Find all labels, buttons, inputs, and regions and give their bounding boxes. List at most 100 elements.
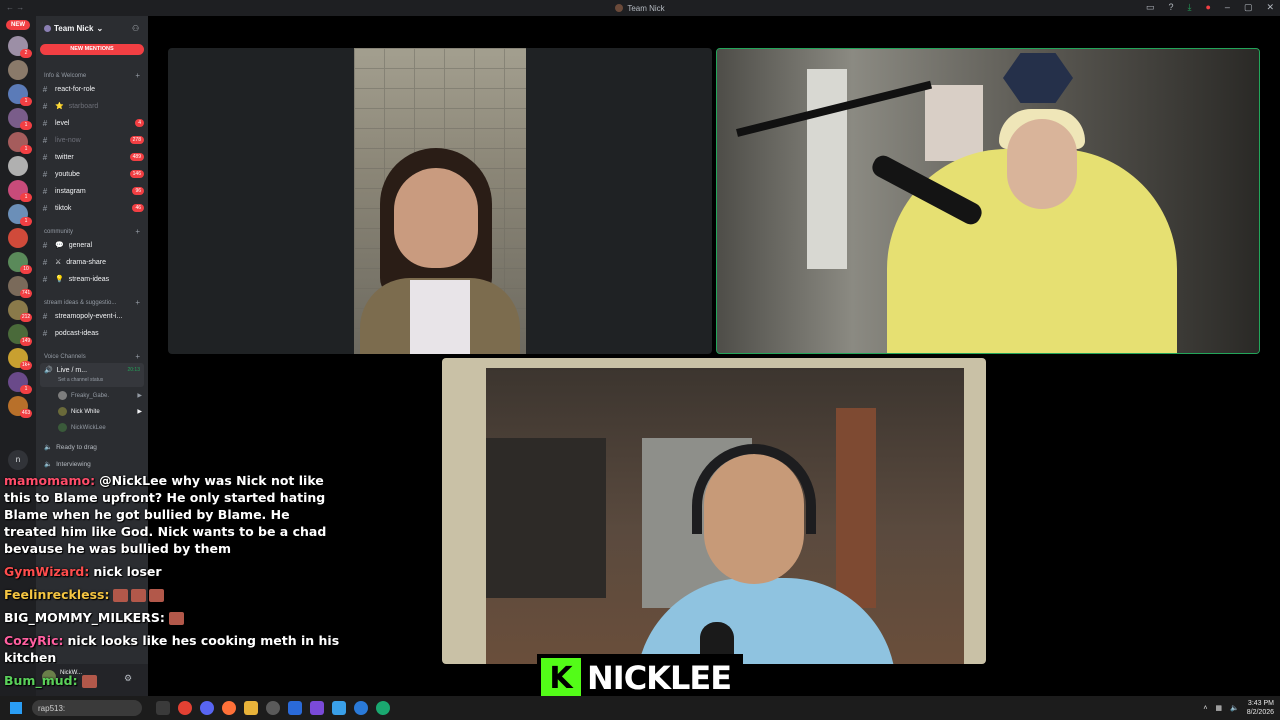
taskbar: rap513: ˄ ▦ 🔈 3:43 PM 8/2/2026 (0, 696, 1280, 720)
unread-count-badge: 96 (132, 187, 144, 195)
channel-stream-ideas[interactable]: # 💡 stream-ideas (40, 272, 144, 286)
maximize-button[interactable]: ▢ (1244, 2, 1253, 13)
chat-username: Bum_mud: (4, 673, 78, 688)
app-icon[interactable] (310, 701, 324, 715)
category-label: Voice Channels (44, 353, 86, 360)
channel-general[interactable]: # 💬 general (40, 238, 144, 252)
server-icon[interactable] (8, 156, 28, 176)
category-voice[interactable]: Voice Channels + (44, 352, 140, 361)
channel-live-now[interactable]: # live-now 278 (40, 133, 144, 147)
chat-username: CozyRic: (4, 633, 64, 648)
chat-text: nick loser (93, 564, 162, 579)
server-name: Team Nick (54, 24, 94, 33)
download-icon[interactable]: ⤓ (1188, 2, 1192, 13)
app-icon[interactable] (376, 701, 390, 715)
profile-icon[interactable]: ● (1205, 2, 1210, 13)
channel-twitter[interactable]: # twitter 489 (40, 150, 144, 164)
channel-drama-share[interactable]: # ⚔ drama-share (40, 255, 144, 269)
help-icon[interactable]: ? (1168, 2, 1173, 13)
voice-user-name: NickWickLee (71, 424, 106, 431)
windows-start-icon[interactable] (10, 702, 22, 714)
chat-username: BIG_MOMMY_MILKERS: (4, 610, 165, 625)
video-tile-right-speaking[interactable] (716, 48, 1260, 354)
add-channel-icon[interactable]: + (135, 298, 140, 307)
back-forward-icons[interactable]: ← → (6, 3, 24, 12)
chat-message: Feelinreckless: (4, 586, 344, 603)
channel-name: live-now (55, 136, 81, 144)
close-button[interactable]: ✕ (1266, 2, 1274, 13)
add-channel-icon[interactable]: + (135, 71, 140, 80)
volume-icon[interactable]: 🔈 (1230, 704, 1239, 712)
server-icon (615, 4, 624, 12)
voice-user[interactable]: NickWickLee (58, 423, 142, 432)
channel-podcast-ideas[interactable]: # podcast-ideas (40, 326, 144, 340)
category-stream[interactable]: stream ideas & suggestio... + (44, 298, 140, 307)
clock[interactable]: 3:43 PM 8/2/2026 (1247, 699, 1274, 717)
chrome-icon[interactable] (178, 701, 192, 715)
channel-instagram[interactable]: # instagram 96 (40, 184, 144, 198)
avatar (58, 423, 67, 432)
channel-name: youtube (55, 170, 80, 178)
chat-username: Feelinreckless: (4, 587, 110, 602)
invite-icon[interactable]: ⚇ (132, 24, 139, 33)
new-mentions-pill[interactable]: NEW MENTIONS (40, 44, 144, 55)
category-community[interactable]: community + (44, 227, 140, 236)
channel-youtube[interactable]: # youtube 146 (40, 167, 144, 181)
chat-message: Bum_mud: (4, 672, 344, 689)
file-explorer-icon[interactable] (244, 701, 258, 715)
chevron-up-icon[interactable]: ˄ (1203, 705, 1207, 712)
new-unreads-pill[interactable]: NEW (6, 20, 30, 30)
server-mention-badge: 10 (20, 265, 32, 274)
minimize-button[interactable]: – (1225, 2, 1230, 13)
voice-user[interactable]: Freaky_Gabe. ▶ (58, 391, 142, 400)
avatar (58, 407, 67, 416)
chat-message: GymWizard: nick loser (4, 563, 344, 580)
server-icon[interactable] (8, 60, 28, 80)
channel-level[interactable]: # level 4 (40, 116, 144, 130)
avatar (58, 391, 67, 400)
channel-label: Interviewing (56, 460, 91, 468)
server-mention-badge: 1 (20, 385, 32, 394)
voice-channel-live[interactable]: 🔊 Live / m... 20:13 Set a channel status (40, 363, 144, 387)
channel-tiktok[interactable]: # tiktok 46 (40, 201, 144, 215)
app-icon[interactable] (332, 701, 346, 715)
server-mention-badge: 1 (20, 97, 32, 106)
emote-icon (131, 589, 147, 602)
server-name-header[interactable]: Team Nick ⌄ (44, 24, 103, 33)
taskbar-search[interactable]: rap513: (32, 700, 142, 716)
inbox-icon[interactable]: ▭ (1146, 2, 1155, 13)
speaker-icon: 🔈 (44, 444, 53, 451)
server-mention-badge: 1 (20, 145, 32, 154)
server-mention-badge: 1 (20, 193, 32, 202)
network-icon[interactable]: ▦ (1215, 704, 1222, 712)
webcam-feed (717, 49, 1259, 353)
voice-user[interactable]: Nick White ▶ (58, 407, 142, 416)
obs-icon[interactable] (266, 701, 280, 715)
chat-message: CozyRic: nick looks like hes cooking meth… (4, 632, 344, 666)
channel-streamopoly-event-i[interactable]: # streamopoly-event-i... (40, 309, 144, 323)
search-text: rap513: (38, 703, 66, 713)
channel-name: stream-ideas (68, 275, 110, 283)
channel-react-for-role[interactable]: # react-for-role (40, 82, 144, 96)
app-icon[interactable] (288, 701, 302, 715)
voice-timer: 20:13 (127, 367, 140, 373)
video-tile-bottom[interactable] (442, 358, 986, 664)
add-channel-icon[interactable]: + (135, 227, 140, 236)
add-channel-icon[interactable]: + (135, 352, 140, 361)
server-avatar-icon (44, 25, 51, 32)
category-info[interactable]: Info & Welcome + (44, 71, 140, 80)
hashtag-icon: # (42, 135, 48, 145)
task-view-icon[interactable] (156, 701, 170, 715)
edge-icon[interactable] (354, 701, 368, 715)
video-tile-left[interactable] (168, 48, 712, 354)
window-controls: ▭ ? ⤓ ● – ▢ ✕ (1146, 2, 1274, 13)
kick-logo-icon: K (541, 658, 581, 698)
discord-icon[interactable] (200, 701, 214, 715)
firefox-icon[interactable] (222, 701, 236, 715)
channel-starboard[interactable]: # ⭐ starboard (40, 99, 144, 113)
voice-channel-interviewing[interactable]: 🔈 Interviewing (44, 460, 91, 469)
voice-channel-ready[interactable]: 🔈 Ready to drag (44, 443, 97, 452)
channel-status[interactable]: Set a channel status (58, 377, 103, 383)
server-n[interactable]: n (8, 450, 28, 470)
server-icon[interactable] (8, 228, 28, 248)
